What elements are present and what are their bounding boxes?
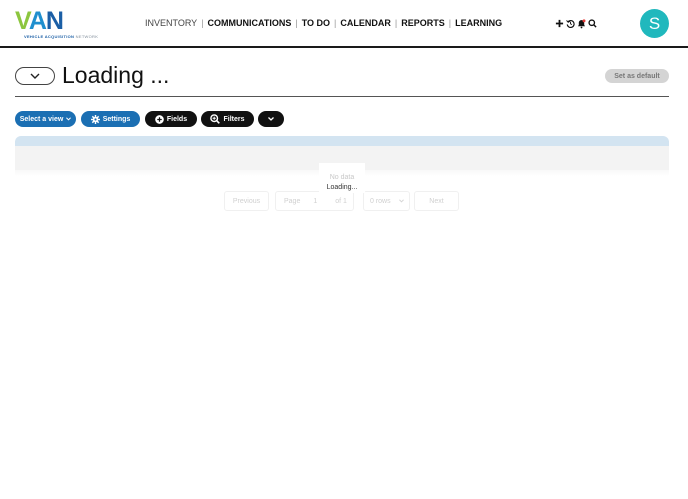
bell-icon[interactable]: [577, 18, 586, 29]
logo-letter-v: V: [15, 7, 30, 35]
filters-button[interactable]: Filters: [201, 111, 254, 127]
logo-letter-a: A: [28, 7, 47, 35]
rows-select[interactable]: 0 rows: [363, 191, 410, 211]
nav-inventory[interactable]: INVENTORY: [145, 18, 197, 28]
logo-tagline-light: NETWORK: [75, 34, 99, 39]
nav-separator: |: [448, 18, 452, 28]
chevron-down-icon: [268, 117, 274, 121]
settings-button[interactable]: Settings: [81, 111, 140, 127]
nav-separator: |: [334, 18, 337, 28]
page-count: of 1: [335, 197, 347, 205]
nav-separator: |: [295, 18, 298, 28]
plus-icon[interactable]: [555, 18, 564, 29]
fields-button[interactable]: Fields: [145, 111, 197, 127]
nav-separator: |: [201, 18, 204, 28]
logo-wordmark: VAN: [15, 7, 64, 35]
set-as-default-button[interactable]: Set as default: [605, 69, 669, 83]
chevron-down-icon: [399, 199, 404, 203]
nav-communications[interactable]: COMMUNICATIONS: [208, 18, 292, 28]
nav-reports[interactable]: REPORTS: [401, 18, 445, 28]
page-label: Page: [284, 197, 301, 205]
loading-text: Loading...: [326, 184, 358, 191]
logo-tagline: VEHICLE ACQUISITION NETWORK: [24, 34, 98, 39]
zoom-search-icon: [210, 114, 221, 124]
nav-todo[interactable]: TO DO: [302, 18, 330, 28]
plus-circle-icon: [155, 114, 164, 124]
no-data-text: No data: [329, 174, 355, 181]
main-nav: INVENTORY | COMMUNICATIONS | TO DO | CAL…: [145, 18, 502, 28]
header-tools: [555, 18, 597, 29]
rows-value: 0 rows: [370, 197, 391, 205]
logo-letter-n: N: [45, 7, 64, 35]
page-title: Loading ...: [62, 62, 170, 88]
gear-icon: [90, 114, 100, 124]
nav-learning[interactable]: LEARNING: [455, 18, 502, 28]
next-button[interactable]: Next: [414, 191, 459, 211]
select-view-label: Select a view: [19, 115, 64, 123]
logo-tagline-bold: VEHICLE ACQUISITION: [24, 34, 75, 39]
page-number-input[interactable]: 1: [313, 198, 317, 205]
nav-calendar[interactable]: CALENDAR: [340, 18, 391, 28]
previous-button[interactable]: Previous: [224, 191, 269, 211]
fields-label: Fields: [166, 115, 188, 123]
select-view-button[interactable]: Select a view: [15, 111, 76, 127]
page-selector: Page 1 of 1: [275, 191, 354, 211]
settings-label: Settings: [102, 115, 131, 123]
nav-separator: |: [394, 18, 398, 28]
more-options-button[interactable]: [258, 111, 284, 127]
history-icon[interactable]: [566, 18, 575, 29]
search-icon[interactable]: [588, 18, 597, 29]
loading-overlay: No data Loading...: [319, 163, 365, 193]
filters-label: Filters: [223, 115, 245, 123]
chevron-down-icon: [30, 73, 40, 79]
title-divider: [15, 96, 669, 97]
view-toggle-button[interactable]: [15, 67, 55, 85]
user-avatar[interactable]: S: [640, 9, 669, 38]
table-header: [15, 136, 669, 146]
top-header: VAN VEHICLE ACQUISITION NETWORK INVENTOR…: [0, 0, 688, 48]
van-logo[interactable]: VAN VEHICLE ACQUISITION NETWORK: [15, 7, 98, 40]
chevron-down-icon: [66, 117, 72, 121]
